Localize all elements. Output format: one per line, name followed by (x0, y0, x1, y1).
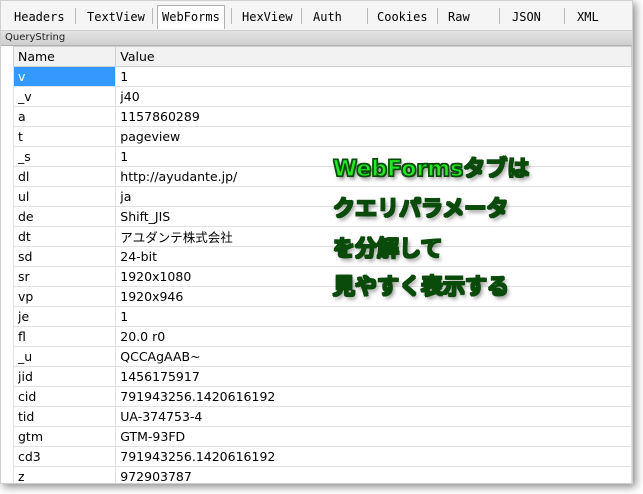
table-body: v 1 _v j40 a 1157860289 t pageview _s 1 dl http://a… (12, 66, 632, 483)
param-name-cell[interactable]: ul (12, 186, 117, 207)
param-name-cell[interactable]: z (12, 466, 117, 483)
table-row[interactable]: je 1 (12, 306, 632, 327)
table-row[interactable]: _s 1 (12, 146, 632, 167)
tab-bar: Headers TextView WebForms HexView Auth C… (1, 1, 632, 31)
param-name-cell[interactable]: _v (12, 86, 117, 107)
table-row[interactable]: sd 24-bit (12, 246, 632, 267)
table-row[interactable]: jid 1456175917 (12, 366, 632, 387)
table-row[interactable]: cid 791943256.1420616192 (12, 386, 632, 407)
param-value-cell[interactable]: GTM-93FD (115, 426, 632, 447)
param-name-cell[interactable]: vp (12, 286, 117, 307)
param-value-cell[interactable]: 20.0 r0 (115, 326, 632, 347)
param-value-cell[interactable]: pageview (115, 126, 632, 147)
param-name-cell[interactable]: de (12, 206, 117, 227)
tab-separator (231, 8, 232, 24)
param-name-cell[interactable]: cd3 (12, 446, 117, 467)
column-header-name[interactable]: Name (12, 46, 117, 67)
param-value-cell[interactable]: 1 (115, 66, 632, 87)
tab-separator (437, 8, 438, 24)
annotation-line: クエリパラメータ (332, 196, 509, 222)
param-name-cell[interactable]: jid (12, 366, 117, 387)
param-name-cell[interactable]: _u (12, 346, 117, 367)
tab-separator (75, 8, 76, 24)
tab-separator (152, 8, 153, 24)
table-row[interactable]: _v j40 (12, 86, 632, 107)
tab-json[interactable]: JSON (512, 6, 541, 28)
param-name-cell[interactable]: dl (12, 166, 117, 187)
table-row[interactable]: ul ja (12, 186, 632, 207)
param-value-cell[interactable]: 791943256.1420616192 (115, 386, 632, 407)
param-value-cell[interactable]: UA-374753-4 (115, 406, 632, 427)
tab-separator (499, 8, 500, 24)
param-value-cell[interactable]: 791943256.1420616192 (115, 446, 632, 467)
tab-headers[interactable]: Headers (14, 6, 65, 28)
column-header-value[interactable]: Value (115, 46, 632, 67)
param-name-cell[interactable]: je (12, 306, 117, 327)
param-name-cell[interactable]: t (12, 126, 117, 147)
table-row[interactable]: dl http://ayudante.jp/ (12, 166, 632, 187)
tab-webforms[interactable]: WebForms (157, 5, 225, 29)
table-row[interactable]: de Shift_JIS (12, 206, 632, 227)
querystring-table: Name Value v 1 _v j40 a 1157860289 t pageview _s… (12, 46, 632, 483)
tab-separator (301, 8, 302, 24)
param-name-cell[interactable]: gtm (12, 426, 117, 447)
table-row[interactable]: vp 1920x946 (12, 286, 632, 307)
tab-separator (367, 8, 368, 24)
table-header-row: Name Value (12, 46, 632, 67)
table-row[interactable]: tid UA-374753-4 (12, 406, 632, 427)
tab-cookies[interactable]: Cookies (377, 6, 428, 28)
param-value-cell[interactable]: j40 (115, 86, 632, 107)
table-row[interactable]: dt アユダンテ株式会社 (12, 226, 632, 247)
tab-auth[interactable]: Auth (313, 6, 342, 28)
param-value-cell[interactable]: 972903787 (115, 466, 632, 483)
param-name-cell[interactable]: a (12, 106, 117, 127)
table-row[interactable]: z 972903787 (12, 466, 632, 483)
table-row[interactable]: sr 1920x1080 (12, 266, 632, 287)
section-header: QueryString (1, 31, 632, 46)
tab-textview[interactable]: TextView (87, 6, 145, 28)
param-name-cell[interactable]: fl (12, 326, 117, 347)
table-row[interactable]: gtm GTM-93FD (12, 426, 632, 447)
table-row[interactable]: v1 (12, 66, 632, 87)
param-value-cell[interactable]: QCCAgAAB~ (115, 346, 632, 367)
param-value-cell[interactable]: 1157860289 (115, 106, 632, 127)
tab-separator (564, 8, 565, 24)
param-name-cell[interactable]: _s (12, 146, 117, 167)
table-row[interactable]: t pageview (12, 126, 632, 147)
param-name-cell[interactable]: sr (12, 266, 117, 287)
table-row[interactable]: cd3 791943256.1420616192 (12, 446, 632, 467)
param-value-cell[interactable]: 1456175917 (115, 366, 632, 387)
tab-hexview[interactable]: HexView (242, 6, 293, 28)
param-name-cell[interactable]: dt (12, 226, 117, 247)
table-row[interactable]: a 1157860289 (12, 106, 632, 127)
tab-raw[interactable]: Raw (448, 6, 470, 28)
inspector-panel: Headers TextView WebForms HexView Auth C… (0, 0, 633, 484)
param-name-cell[interactable]: v (12, 66, 117, 87)
annotation-line: を分解して (332, 236, 443, 262)
table-row[interactable]: fl 20.0 r0 (12, 326, 632, 347)
tab-xml[interactable]: XML (577, 6, 599, 28)
table-row[interactable]: _u QCCAgAAB~ (12, 346, 632, 367)
annotation-line: WebFormsタブは (332, 156, 530, 182)
annotation-line: 見やすく表示する (332, 274, 510, 300)
param-name-cell[interactable]: tid (12, 406, 117, 427)
param-name-cell[interactable]: sd (12, 246, 117, 267)
param-value-cell[interactable]: 1 (115, 306, 632, 327)
param-name-cell[interactable]: cid (12, 386, 117, 407)
